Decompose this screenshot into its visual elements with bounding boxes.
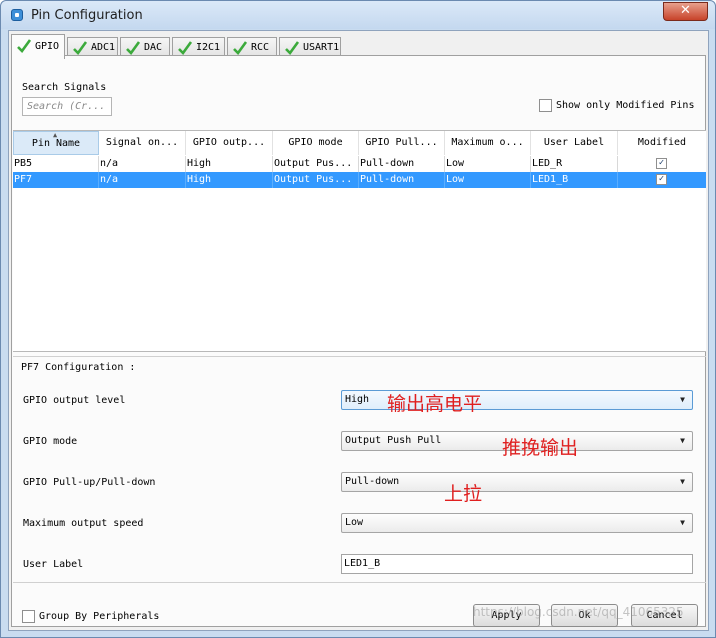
tab-label: ADC1 [91, 42, 116, 53]
cell-max-speed: Low [445, 172, 531, 188]
pull-select[interactable]: Pull-down ▼ [341, 472, 693, 492]
modified-checkbox[interactable]: ✓ [656, 158, 667, 169]
column-header-user-label[interactable]: User Label [531, 131, 618, 155]
pin-table: ▲ Pin Name Signal on... GPIO outp... GPI… [13, 130, 706, 352]
tab-label: RCC [251, 42, 270, 53]
cell-gpio-mode: Output Pus... [273, 156, 359, 172]
cell-gpio-pull: Pull-down [359, 156, 445, 172]
config-group-title: PF7 Configuration : [21, 362, 136, 373]
cell-pin-name: PB5 [13, 156, 99, 172]
user-label-label: User Label [23, 559, 84, 570]
tab-gpio[interactable]: GPIO [11, 34, 65, 59]
pull-label: GPIO Pull-up/Pull-down [23, 477, 156, 488]
cell-user-label: LED_R [531, 156, 618, 172]
select-value: Pull-down [345, 476, 400, 487]
watermark: https://blog.csdn.net/qq_41065325 [473, 605, 684, 619]
cell-gpio-output: High [186, 156, 273, 172]
tab-usart1[interactable]: USART1 [279, 37, 341, 57]
annotation-output-high: 输出高电平 [387, 393, 483, 415]
pin-config-group: PF7 Configuration : GPIO output level Hi… [13, 356, 706, 580]
tab-label: GPIO [35, 41, 60, 52]
window-title: Pin Configuration [31, 8, 143, 23]
gpio-mode-label: GPIO mode [23, 436, 78, 447]
dialog-client-area: GPIO ADC1 DAC I2C1 RCC USART1 Search Sig… [8, 30, 709, 631]
column-header-gpio-output[interactable]: GPIO outp... [186, 131, 273, 155]
chevron-down-icon: ▼ [680, 395, 685, 404]
close-button[interactable]: ✕ [663, 2, 708, 21]
cell-signal: n/a [99, 172, 186, 188]
check-icon [17, 39, 32, 53]
column-header-modified[interactable]: Modified [618, 131, 706, 155]
close-icon: ✕ [680, 3, 691, 18]
chevron-down-icon: ▼ [680, 436, 685, 445]
tab-label: USART1 [303, 42, 340, 53]
footer-divider [13, 582, 706, 583]
select-value: Output Push Pull [345, 435, 442, 446]
pin-configuration-window: Pin Configuration ✕ GPIO ADC1 DAC I2C1 R… [0, 0, 716, 638]
max-speed-select[interactable]: Low ▼ [341, 513, 693, 533]
sort-ascending-icon: ▲ [53, 131, 58, 139]
search-signals-label: Search Signals [22, 82, 107, 93]
checkbox-box[interactable] [22, 610, 35, 623]
app-icon [11, 9, 23, 21]
cell-gpio-pull: Pull-down [359, 172, 445, 188]
column-header-max-speed[interactable]: Maximum o... [445, 131, 531, 155]
table-row-selected[interactable]: PF7 n/a High Output Pus... Pull-down Low… [13, 172, 706, 188]
check-icon [126, 41, 141, 55]
check-icon [178, 41, 193, 55]
column-header-pin-name[interactable]: ▲ Pin Name [13, 131, 99, 155]
check-icon [233, 41, 248, 55]
tab-rcc[interactable]: RCC [227, 37, 277, 57]
annotation-pull-up: 上拉 [444, 483, 483, 505]
gpio-tab-panel: Search Signals Show only Modified Pins ▲… [11, 55, 706, 627]
select-value: Low [345, 517, 364, 528]
cell-max-speed: Low [445, 156, 531, 172]
column-header-signal[interactable]: Signal on... [99, 131, 186, 155]
column-header-gpio-pull[interactable]: GPIO Pull... [359, 131, 445, 155]
select-value: High [345, 394, 370, 405]
cell-gpio-output: High [186, 172, 273, 188]
output-level-label: GPIO output level [23, 395, 126, 406]
check-icon [73, 41, 88, 55]
tab-adc1[interactable]: ADC1 [67, 37, 118, 57]
cell-signal: n/a [99, 156, 186, 172]
tab-label: DAC [144, 42, 163, 53]
table-row[interactable]: PB5 n/a High Output Pus... Pull-down Low… [13, 156, 706, 172]
check-icon [285, 41, 300, 55]
annotation-push-pull: 推挽输出 [502, 437, 579, 459]
user-label-field[interactable]: LED1_B [341, 554, 693, 574]
tab-i2c1[interactable]: I2C1 [172, 37, 225, 57]
modified-checkbox[interactable]: ✓ [656, 174, 667, 185]
checkbox-label: Group By Peripherals [39, 611, 160, 622]
chevron-down-icon: ▼ [680, 518, 685, 527]
column-header-gpio-mode[interactable]: GPIO mode [273, 131, 359, 155]
search-input[interactable] [22, 97, 112, 116]
checkbox-box[interactable] [539, 99, 552, 112]
cell-gpio-mode: Output Pus... [273, 172, 359, 188]
chevron-down-icon: ▼ [680, 477, 685, 486]
tab-label: I2C1 [196, 42, 221, 53]
cell-user-label: LED1_B [531, 172, 618, 188]
checkbox-label: Show only Modified Pins [556, 100, 695, 111]
table-header: ▲ Pin Name Signal on... GPIO outp... GPI… [13, 131, 706, 155]
tab-dac[interactable]: DAC [120, 37, 170, 57]
cell-pin-name: PF7 [13, 172, 99, 188]
max-speed-label: Maximum output speed [23, 518, 144, 529]
title-bar[interactable]: Pin Configuration ✕ [1, 1, 715, 29]
